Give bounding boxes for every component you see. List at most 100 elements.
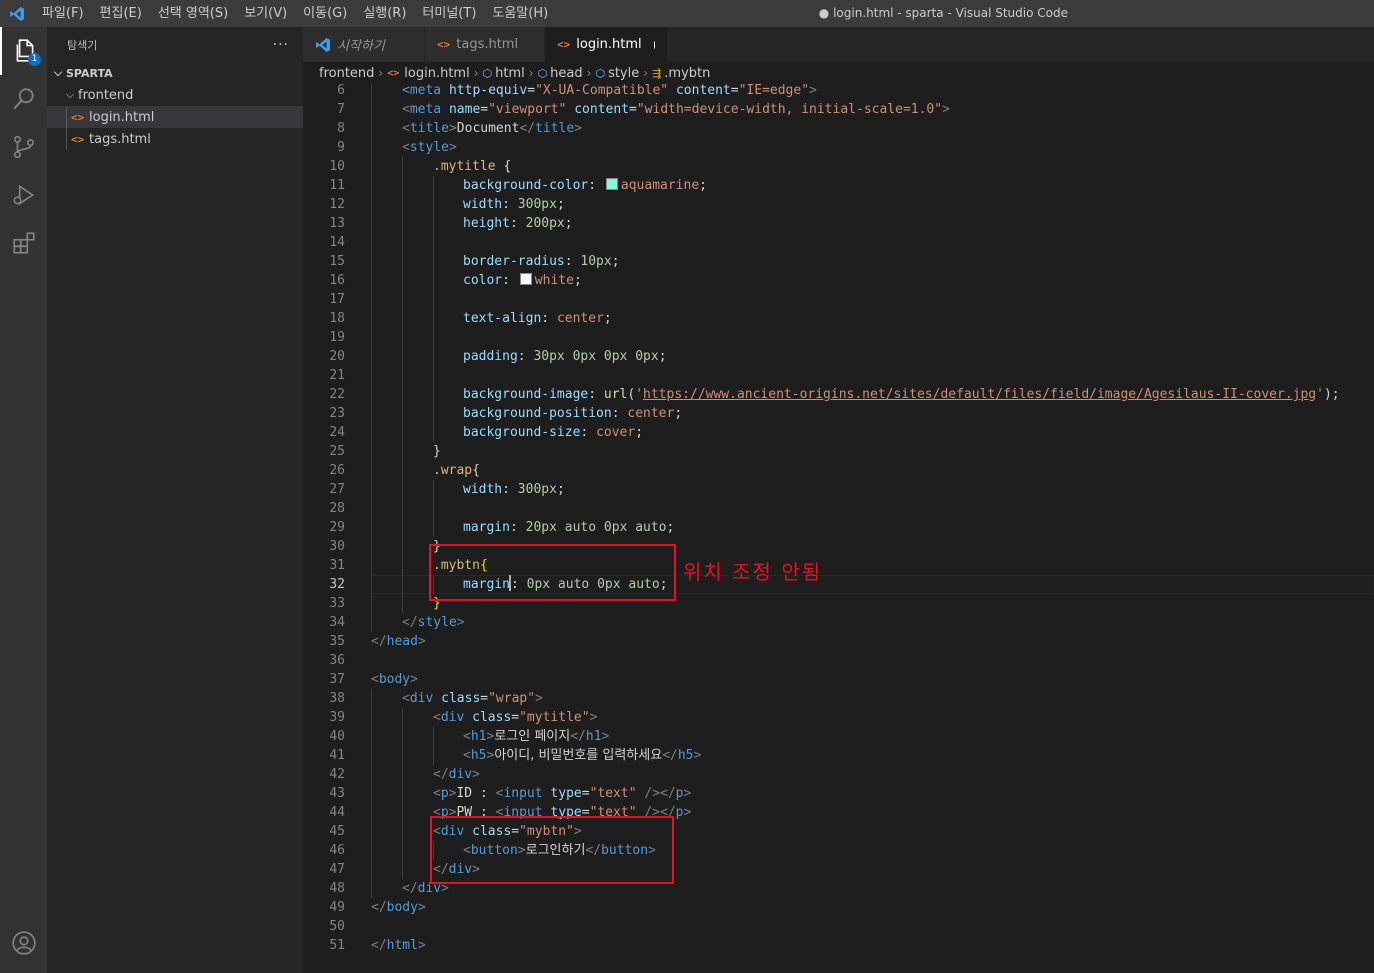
accounts-activity-button[interactable] bbox=[0, 919, 47, 967]
color-swatch-icon[interactable] bbox=[519, 273, 532, 285]
menu-go[interactable]: 이동(G) bbox=[295, 0, 355, 27]
annotation-box-mybtn-css bbox=[429, 544, 676, 601]
code-line: 14 bbox=[303, 233, 1374, 252]
chevron-right-icon: › bbox=[378, 66, 384, 80]
menu-terminal[interactable]: 터미널(T) bbox=[414, 0, 484, 27]
line-number: 8 bbox=[337, 121, 345, 136]
tab-tags-html[interactable]: <> tags.html bbox=[425, 27, 545, 62]
breadcrumb-file[interactable]: login.html bbox=[404, 66, 469, 81]
breadcrumb-head[interactable]: head bbox=[550, 66, 582, 81]
code-line: 12 width: 300px; bbox=[303, 195, 1374, 214]
tab-welcome[interactable]: 시작하기 bbox=[303, 27, 425, 62]
extensions-activity-button[interactable] bbox=[0, 219, 47, 267]
element-cube-icon: ⬡ bbox=[482, 66, 493, 80]
breadcrumb-folder[interactable]: frontend bbox=[319, 66, 374, 81]
line-number: 43 bbox=[329, 786, 345, 801]
folder-frontend[interactable]: ⌵ frontend bbox=[47, 84, 303, 106]
indent-guide bbox=[66, 128, 67, 150]
meta-tag: <meta bbox=[402, 84, 442, 98]
more-actions-button[interactable]: ··· bbox=[273, 37, 289, 53]
code-line: 40 <h1>로그인 페이지</h1> bbox=[303, 727, 1374, 746]
line-number: 15 bbox=[329, 254, 345, 269]
line-number: 36 bbox=[329, 653, 345, 668]
explorer-activity-button[interactable]: 1 bbox=[0, 27, 47, 75]
line-number: 33 bbox=[329, 596, 345, 611]
line-number: 7 bbox=[337, 102, 345, 117]
line-number: 16 bbox=[329, 273, 345, 288]
search-activity-button[interactable] bbox=[0, 75, 47, 123]
breadcrumb-style[interactable]: style bbox=[608, 66, 639, 81]
line-number: 21 bbox=[329, 368, 345, 383]
code-line: 11 background-color: aquamarine; bbox=[303, 176, 1374, 195]
menu-edit[interactable]: 편집(E) bbox=[92, 0, 150, 27]
tab-label: login.html bbox=[576, 37, 642, 52]
code-line: 9 <style> bbox=[303, 138, 1374, 157]
line-number: 42 bbox=[329, 767, 345, 782]
vscode-logo-icon bbox=[316, 37, 330, 52]
code-line: 13 height: 200px; bbox=[303, 214, 1374, 233]
code-line: 22 background-image: url('https://www.anc… bbox=[303, 385, 1374, 404]
css-selector-icon: ⇶ bbox=[652, 66, 662, 80]
line-number: 51 bbox=[329, 938, 345, 953]
line-number: 49 bbox=[329, 900, 345, 915]
file-tags-html[interactable]: <> tags.html bbox=[47, 128, 303, 150]
line-number: 32 bbox=[329, 577, 345, 592]
line-number: 23 bbox=[329, 406, 345, 421]
chevron-down-icon: ⌵ bbox=[65, 88, 75, 101]
line-number: 47 bbox=[329, 862, 345, 877]
code-line: 10 .mytitle { bbox=[303, 157, 1374, 176]
menu-help[interactable]: 도움말(H) bbox=[484, 0, 556, 27]
line-number: 17 bbox=[329, 292, 345, 307]
tab-label: 시작하기 bbox=[337, 39, 385, 54]
image-url-link[interactable]: https://www.ancient-origins.net/sites/de… bbox=[643, 387, 1316, 402]
css-selector: .mytitle bbox=[433, 159, 496, 174]
breadcrumb-html[interactable]: html bbox=[495, 66, 525, 81]
tab-login-html[interactable]: <> login.html bbox=[545, 27, 668, 62]
line-number: 6 bbox=[337, 84, 345, 98]
editor-tabs: 시작하기 <> tags.html <> login.html bbox=[303, 27, 1374, 62]
chevron-right-icon: › bbox=[473, 66, 479, 80]
line-number: 27 bbox=[329, 482, 345, 497]
line-number: 45 bbox=[329, 824, 345, 839]
workspace-section[interactable]: ⌵ SPARTA bbox=[47, 62, 303, 84]
title-text: Document bbox=[456, 121, 520, 136]
annotation-text: 위치 조정 안됨 bbox=[683, 560, 823, 584]
color-swatch-icon[interactable] bbox=[605, 178, 618, 190]
chevron-right-icon: › bbox=[586, 66, 592, 80]
run-debug-activity-button[interactable] bbox=[0, 171, 47, 219]
chevron-down-icon: ⌵ bbox=[53, 66, 63, 79]
unsaved-dot-icon[interactable] bbox=[653, 40, 655, 49]
code-line: 50 bbox=[303, 917, 1374, 936]
menu-view[interactable]: 보기(V) bbox=[236, 0, 295, 27]
search-icon bbox=[13, 88, 34, 110]
line-number: 25 bbox=[329, 444, 345, 459]
code-line: 15 border-radius: 10px; bbox=[303, 252, 1374, 271]
code-editor[interactable]: 6 <meta http-equiv="X-UA-Compatible" cont… bbox=[303, 84, 1374, 973]
code-line: 17 bbox=[303, 290, 1374, 309]
source-control-icon bbox=[13, 135, 34, 159]
source-control-activity-button[interactable] bbox=[0, 123, 47, 171]
code-line: 29 margin: 20px auto 0px auto; bbox=[303, 518, 1374, 537]
file-login-html[interactable]: <> login.html bbox=[47, 106, 303, 128]
code-line: 34 </style> bbox=[303, 613, 1374, 632]
vscode-logo-icon bbox=[0, 0, 34, 27]
menu-bar: 파일(F) 편집(E) 선택 영역(S) 보기(V) 이동(G) 실행(R) 터… bbox=[34, 0, 556, 27]
code-line: 42 </div> bbox=[303, 765, 1374, 784]
menu-selection[interactable]: 선택 영역(S) bbox=[150, 0, 236, 27]
line-number: 20 bbox=[329, 349, 345, 364]
menu-run[interactable]: 실행(R) bbox=[355, 0, 414, 27]
extensions-icon bbox=[12, 232, 35, 254]
explorer-badge: 1 bbox=[28, 53, 41, 66]
explorer-sidebar: 탐색기 ··· ⌵ SPARTA ⌵ frontend <> login.htm… bbox=[47, 27, 303, 973]
line-number: 24 bbox=[329, 425, 345, 440]
html-file-icon: <> bbox=[71, 132, 85, 146]
code-line: 37 <body> bbox=[303, 670, 1374, 689]
line-number: 10 bbox=[329, 159, 345, 174]
explorer-title: 탐색기 bbox=[67, 38, 98, 52]
breadcrumb-selector[interactable]: .mybtn bbox=[664, 66, 710, 81]
file-label: tags.html bbox=[89, 131, 151, 147]
line-number: 19 bbox=[329, 330, 345, 345]
element-cube-icon: ⬡ bbox=[595, 66, 606, 80]
menu-file[interactable]: 파일(F) bbox=[34, 0, 92, 27]
line-number: 29 bbox=[329, 520, 345, 535]
